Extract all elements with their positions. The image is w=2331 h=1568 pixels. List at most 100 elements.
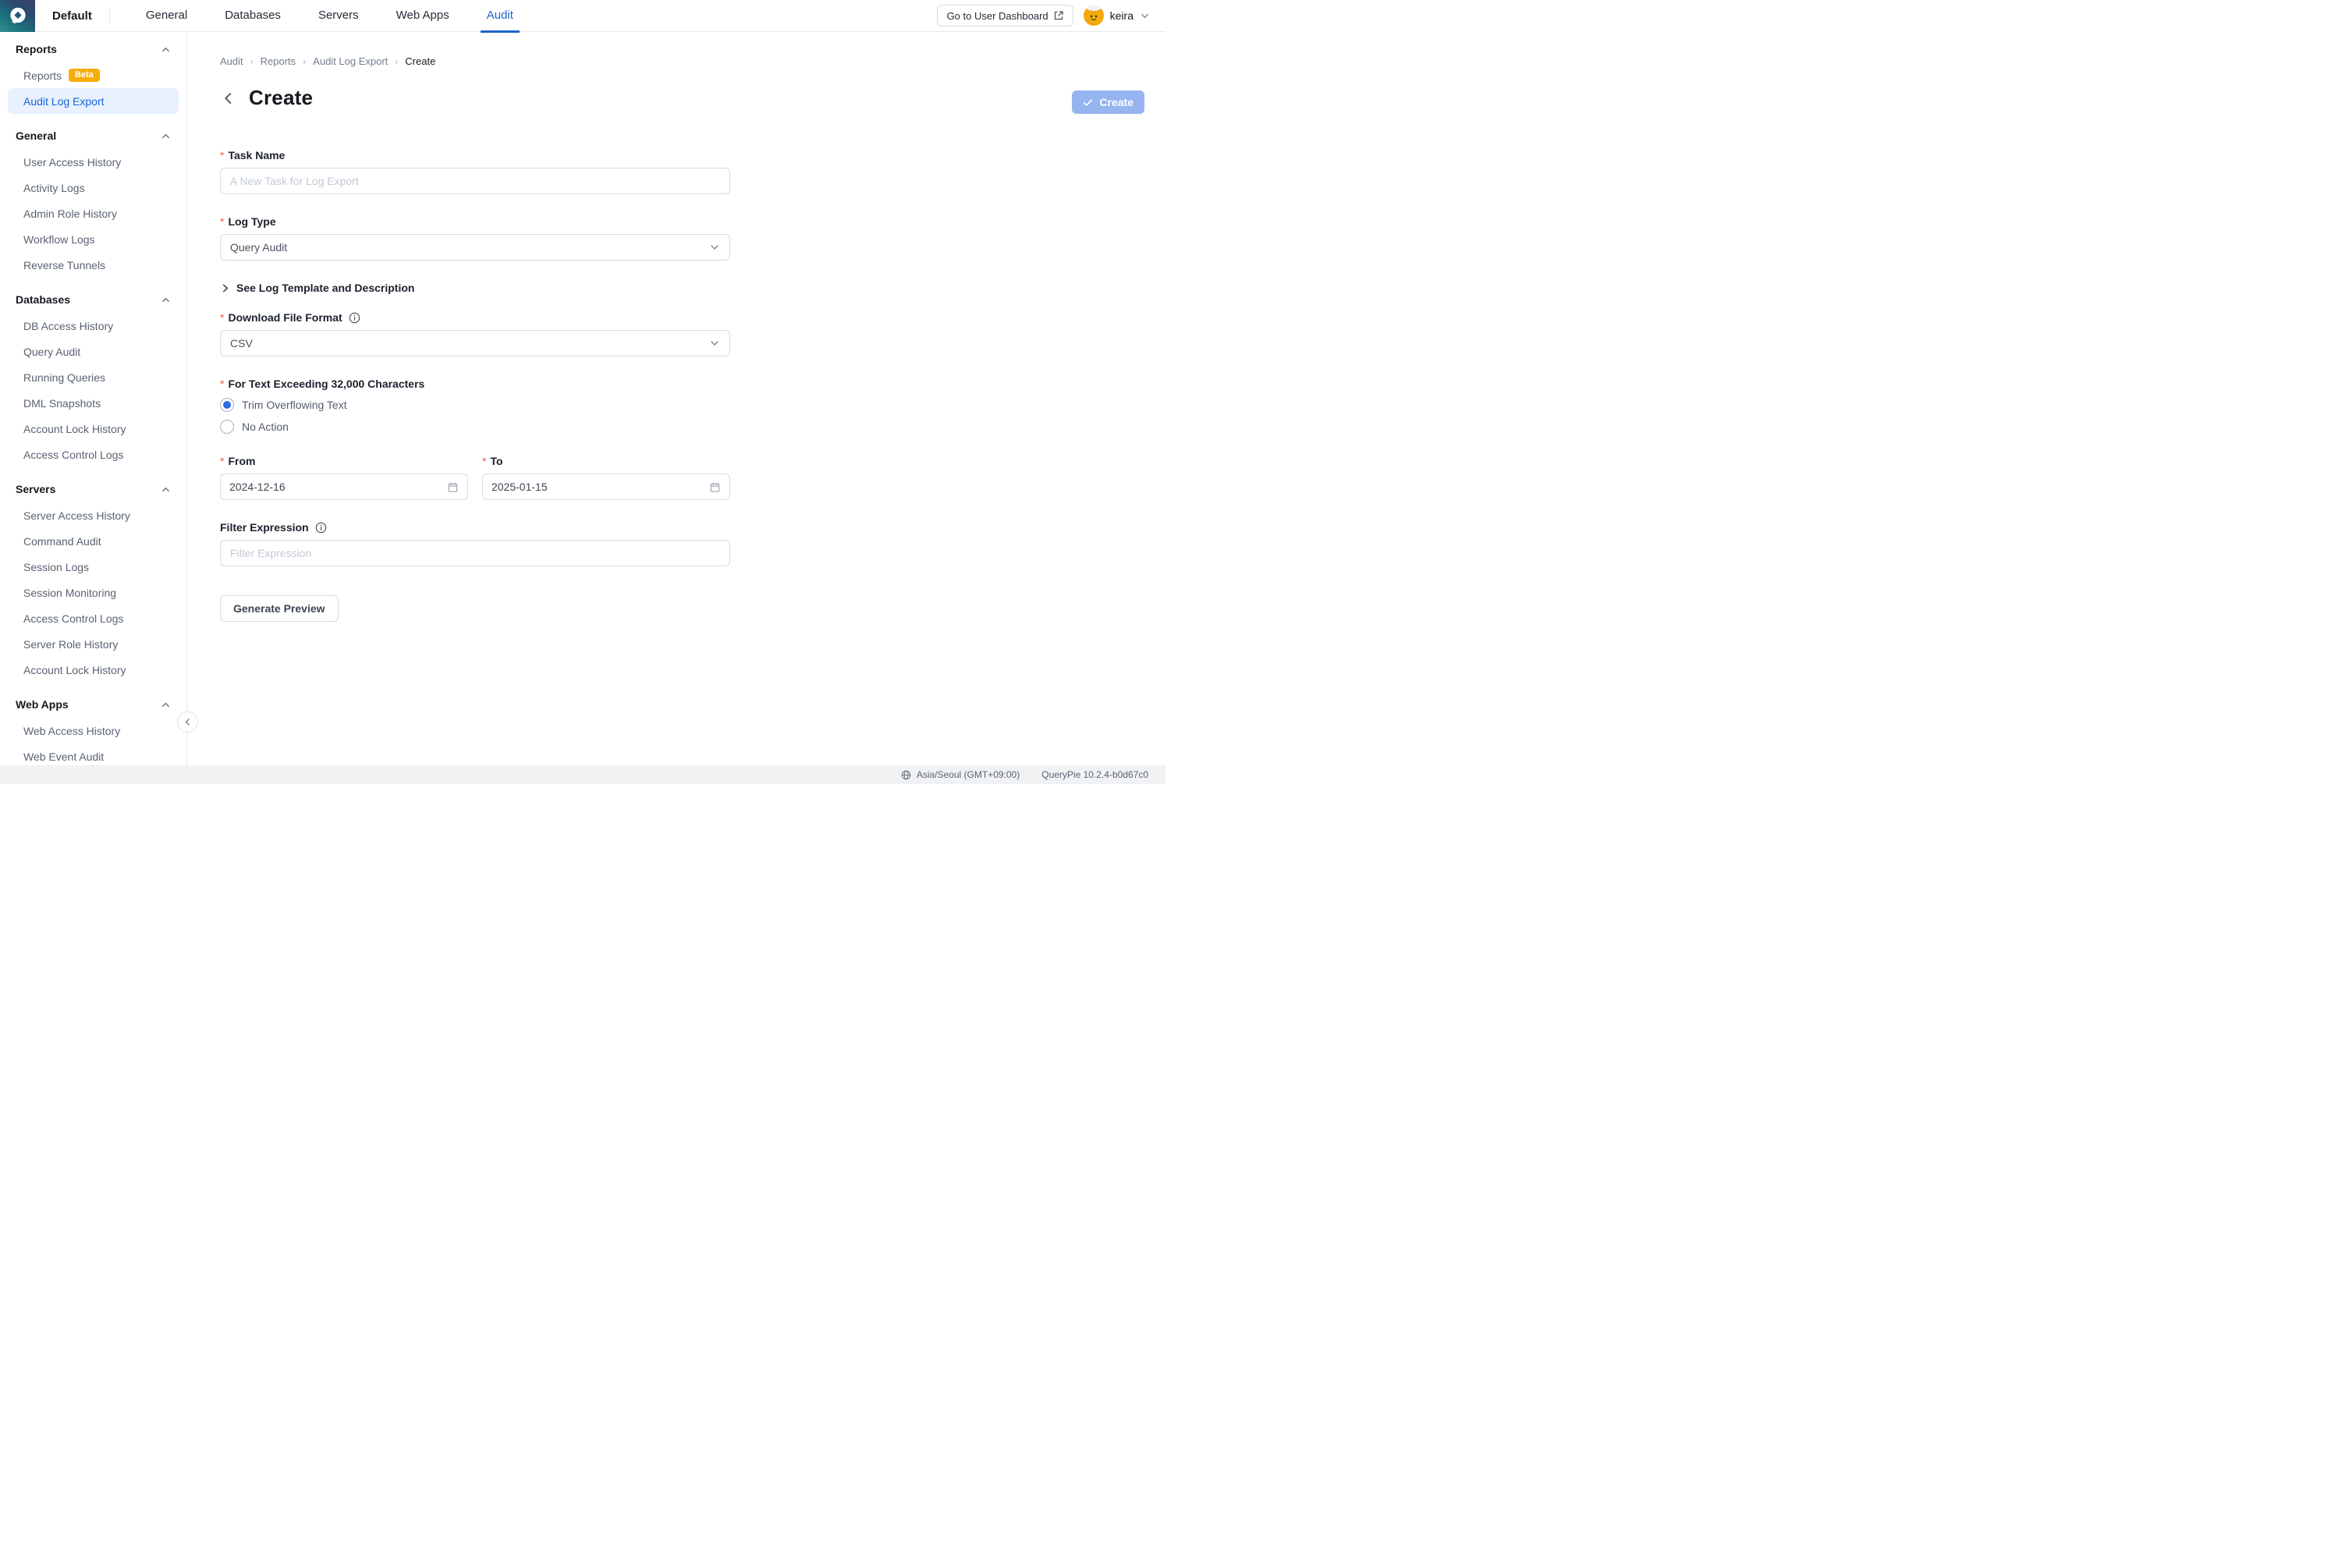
external-link-icon [1054, 11, 1063, 20]
log-type-label: * Log Type [220, 215, 730, 228]
sidebar-item-dml-snapshots[interactable]: DML Snapshots [8, 390, 179, 416]
breadcrumb-separator: › [303, 56, 306, 67]
sidebar-item-running-queries[interactable]: Running Queries [8, 364, 179, 390]
chevron-down-icon [709, 338, 720, 349]
nav-tab-general[interactable]: General [127, 0, 206, 32]
from-date-field: * From 2024-12-16 [220, 455, 468, 500]
breadcrumb-item-audit[interactable]: Audit [220, 55, 243, 67]
main-nav-tabs: GeneralDatabasesServersWeb AppsAudit [127, 0, 532, 32]
breadcrumb: Audit›Reports›Audit Log Export›Create [220, 55, 1166, 67]
globe-icon [901, 770, 911, 780]
file-format-select[interactable]: CSV [220, 330, 730, 357]
sidebar-item-label: Server Access History [23, 509, 130, 522]
sidebar-item-label: Access Control Logs [23, 449, 123, 461]
nav-tab-web-apps[interactable]: Web Apps [378, 0, 468, 32]
sidebar-item-command-audit[interactable]: Command Audit [8, 528, 179, 554]
sidebar-section-reports[interactable]: Reports [0, 37, 186, 62]
back-button[interactable] [220, 90, 237, 107]
generate-preview-button[interactable]: Generate Preview [220, 595, 339, 622]
sidebar-item-web-event-audit[interactable]: Web Event Audit [8, 743, 179, 765]
filter-expression-label: Filter Expression [220, 521, 730, 534]
sidebar-item-label: Reverse Tunnels [23, 259, 105, 271]
sidebar-item-reverse-tunnels[interactable]: Reverse Tunnels [8, 252, 179, 278]
log-template-toggle[interactable]: See Log Template and Description [220, 282, 730, 294]
sidebar-item-account-lock-history[interactable]: Account Lock History [8, 416, 179, 442]
top-navbar: Default GeneralDatabasesServersWeb AppsA… [0, 0, 1166, 32]
required-mark: * [482, 455, 486, 467]
required-mark: * [220, 455, 224, 467]
chevron-left-icon [183, 718, 192, 726]
radio-selected-icon [220, 398, 234, 412]
required-mark: * [220, 215, 224, 228]
nav-tab-servers[interactable]: Servers [300, 0, 378, 32]
sidebar-item-workflow-logs[interactable]: Workflow Logs [8, 226, 179, 252]
go-to-user-dashboard-button[interactable]: Go to User Dashboard [937, 5, 1073, 27]
timezone-indicator[interactable]: Asia/Seoul (GMT+09:00) [901, 769, 1020, 780]
sidebar-section-databases[interactable]: Databases [0, 287, 186, 313]
radio-option-no-action[interactable]: No Action [220, 420, 730, 434]
sidebar-item-db-access-history[interactable]: DB Access History [8, 313, 179, 339]
info-icon[interactable] [349, 312, 360, 324]
sidebar: ReportsReportsBetaAudit Log Export Genera… [0, 32, 187, 765]
radio-option-trim-overflowing-text[interactable]: Trim Overflowing Text [220, 398, 730, 412]
breadcrumb-item-audit-log-export[interactable]: Audit Log Export [313, 55, 388, 67]
workspace-name[interactable]: Default [52, 9, 92, 23]
sidebar-section-title: General [16, 129, 56, 142]
log-type-field: * Log Type Query Audit [220, 215, 730, 261]
from-date-input[interactable]: 2024-12-16 [220, 474, 468, 500]
calendar-icon [447, 481, 459, 493]
chevron-up-icon [161, 295, 171, 305]
overflow-radio-group: Trim Overflowing Text No Action [220, 398, 730, 434]
filter-expression-input[interactable] [220, 540, 730, 566]
chevron-left-icon [220, 90, 237, 107]
filter-expression-field: Filter Expression [220, 521, 730, 566]
check-icon [1083, 98, 1093, 108]
sidebar-item-session-monitoring[interactable]: Session Monitoring [8, 580, 179, 605]
sidebar-item-label: Access Control Logs [23, 612, 123, 625]
sidebar-item-server-role-history[interactable]: Server Role History [8, 631, 179, 657]
sidebar-item-session-logs[interactable]: Session Logs [8, 554, 179, 580]
nav-tab-databases[interactable]: Databases [206, 0, 300, 32]
sidebar-section-title: Web Apps [16, 698, 69, 711]
radio-unselected-icon [220, 420, 234, 434]
info-icon[interactable] [315, 522, 327, 534]
breadcrumb-item-reports[interactable]: Reports [261, 55, 296, 67]
task-name-input[interactable] [220, 168, 730, 194]
sidebar-item-admin-role-history[interactable]: Admin Role History [8, 200, 179, 226]
sidebar-item-query-audit[interactable]: Query Audit [8, 339, 179, 364]
sidebar-item-label: Web Event Audit [23, 750, 104, 763]
sidebar-item-server-access-history[interactable]: Server Access History [8, 502, 179, 528]
sidebar-section-web-apps[interactable]: Web Apps [0, 692, 186, 718]
nav-tab-audit[interactable]: Audit [468, 0, 532, 32]
sidebar-item-label: Query Audit [23, 346, 80, 358]
create-button[interactable]: Create [1072, 90, 1144, 114]
sidebar-item-user-access-history[interactable]: User Access History [8, 149, 179, 175]
main-content: Audit›Reports›Audit Log Export›Create Cr… [187, 32, 1166, 765]
sidebar-item-account-lock-history[interactable]: Account Lock History [8, 657, 179, 683]
status-bar: Asia/Seoul (GMT+09:00) QueryPie 10.2.4-b… [0, 765, 1166, 784]
required-mark: * [220, 378, 224, 390]
sidebar-item-web-access-history[interactable]: Web Access History [8, 718, 179, 743]
sidebar-item-audit-log-export[interactable]: Audit Log Export [8, 88, 179, 114]
sidebar-section-servers[interactable]: Servers [0, 477, 186, 502]
required-mark: * [220, 311, 224, 324]
sidebar-item-reports[interactable]: ReportsBeta [8, 62, 179, 88]
required-mark: * [220, 149, 224, 161]
file-format-field: * Download File Format CSV [220, 311, 730, 357]
sidebar-section-title: Servers [16, 483, 55, 495]
navbar-right: Go to User Dashboard keira [937, 5, 1166, 27]
to-date-value: 2025-01-15 [491, 481, 548, 493]
file-format-label: * Download File Format [220, 311, 730, 324]
user-menu[interactable]: keira [1084, 5, 1150, 26]
log-type-select[interactable]: Query Audit [220, 234, 730, 261]
sidebar-collapse-button[interactable] [177, 711, 198, 733]
sidebar-section-general[interactable]: General [0, 123, 186, 149]
sidebar-item-activity-logs[interactable]: Activity Logs [8, 175, 179, 200]
chevron-up-icon [161, 484, 171, 495]
sidebar-item-access-control-logs[interactable]: Access Control Logs [8, 442, 179, 467]
calendar-icon [709, 481, 721, 493]
to-date-input[interactable]: 2025-01-15 [482, 474, 730, 500]
querypie-logo-icon[interactable] [0, 0, 35, 32]
breadcrumb-item-create: Create [405, 55, 435, 67]
sidebar-item-access-control-logs[interactable]: Access Control Logs [8, 605, 179, 631]
